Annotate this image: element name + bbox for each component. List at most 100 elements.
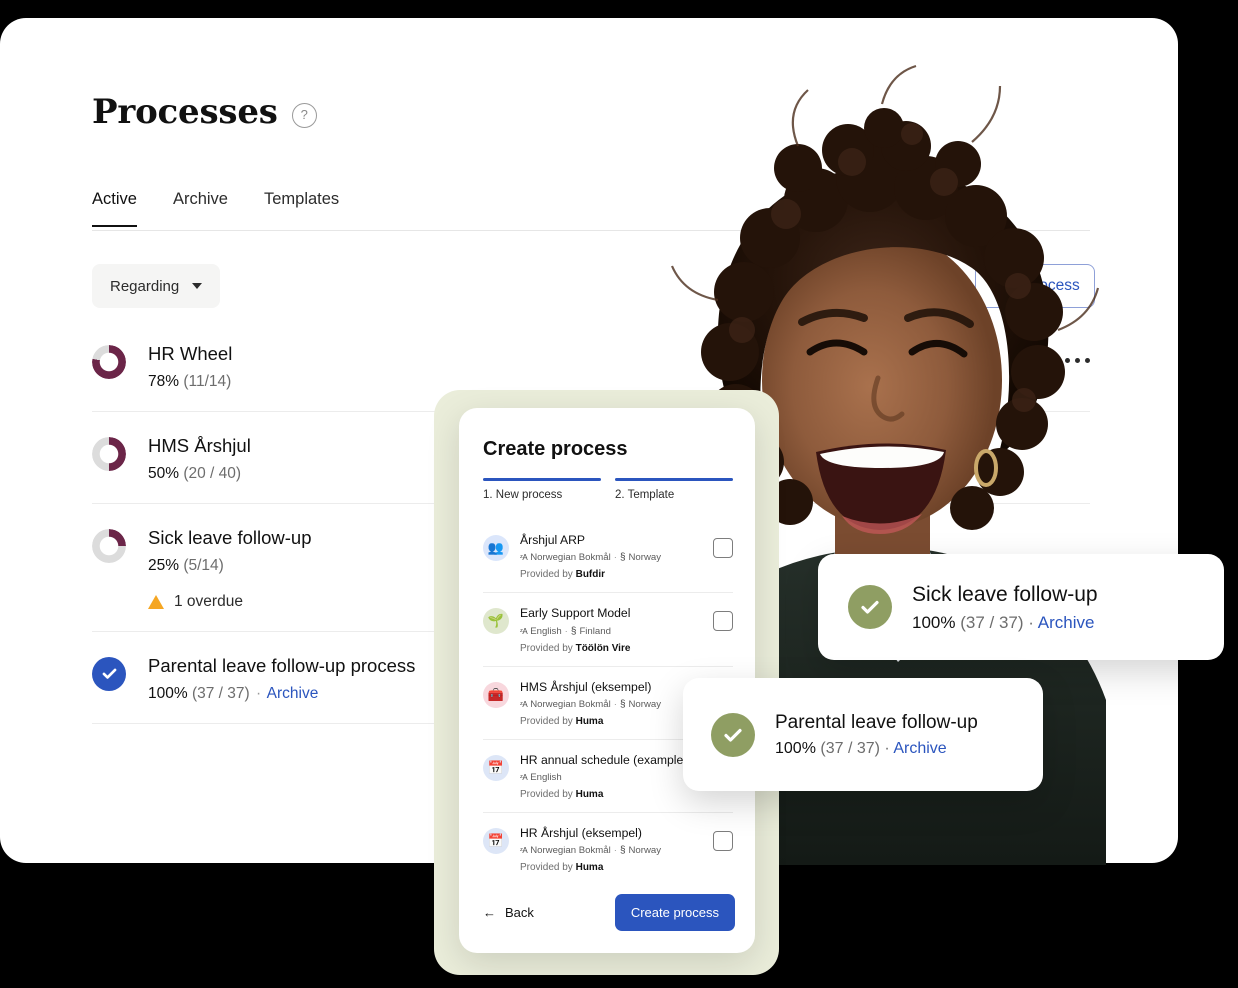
warning-triangle-icon (148, 594, 164, 609)
process-percent: 50% (148, 464, 180, 482)
toast-separator: · (884, 740, 890, 758)
template-row[interactable]: 📅 HR Årshjul (eksempel) ᶻA Norwegian Bokmål… (483, 813, 733, 885)
process-percent: 78% (148, 372, 180, 390)
back-button[interactable]: ← Back (483, 905, 534, 920)
section-icon: § (619, 845, 626, 857)
provided-by-label: Provided by (520, 789, 573, 800)
template-language: Norwegian Bokmål (530, 845, 611, 857)
process-count: (11/14) (183, 372, 232, 390)
section-icon: § (570, 625, 577, 637)
toast-separator: · (1028, 613, 1034, 633)
toast-meta: 100% (37 / 37) · Archive (912, 613, 1098, 633)
question-mark-icon[interactable]: ? (291, 103, 317, 128)
filter-label: Regarding (110, 277, 180, 295)
toast-count: (37 / 37) (960, 613, 1024, 633)
toast-title: Sick leave follow-up (912, 582, 1098, 606)
template-provider: Provided by Töölön Vire (520, 643, 702, 654)
toast-percent: 100% (775, 740, 816, 758)
template-provider: Provided by Huma (520, 716, 702, 727)
template-language: English (530, 625, 562, 637)
template-meta: ᶻA Norwegian Bokmål · § Norway (520, 699, 702, 710)
modal-footer: ← Back Create process (483, 894, 735, 931)
meta-separator: · (564, 625, 568, 637)
tab-bar: Active Archive Templates (92, 190, 339, 227)
toast-archive-link[interactable]: Archive (893, 740, 946, 757)
process-archive-link[interactable]: Archive (267, 685, 319, 702)
provider-name: Huma (575, 862, 604, 874)
arrow-left-icon: ← (483, 905, 496, 920)
language-icon: ᶻA (520, 626, 528, 636)
template-row[interactable]: 🌱 Early Support Model ᶻA English · § Finland Pr… (483, 593, 733, 667)
check-circle-icon (711, 712, 755, 757)
provider-name: Töölön Vire (575, 642, 631, 654)
language-icon: ᶻA (520, 846, 528, 856)
modal-step[interactable]: 2. Template (615, 478, 733, 501)
template-meta: ᶻA Norwegian Bokmål · § Norway (520, 845, 702, 856)
tab-active[interactable]: Active (92, 190, 137, 227)
provided-by-label: Provided by (520, 715, 573, 727)
chevron-down-icon (192, 283, 203, 289)
progress-ring (92, 345, 126, 379)
template-row[interactable]: 👥 Årshjul ARP ᶻA Norwegian Bokmål · § Norway Pr… (483, 520, 733, 594)
provider-name: Huma (575, 789, 604, 800)
template-provider: Provided by Huma (520, 789, 702, 800)
template-country: Norway (628, 845, 662, 857)
toast-title: Parental leave follow-up (775, 711, 978, 733)
tab-templates[interactable]: Templates (264, 190, 339, 227)
provided-by-label: Provided by (520, 862, 573, 874)
more-options-icon[interactable] (1065, 358, 1090, 363)
tab-archive[interactable]: Archive (173, 190, 228, 227)
section-icon: § (619, 552, 626, 564)
toast-archive-link[interactable]: Archive (1038, 613, 1095, 632)
filter-regarding-dropdown[interactable]: Regarding (92, 264, 221, 308)
toast-sick-leave: Sick leave follow-up 100% (37 / 37) · Ar… (818, 554, 1224, 660)
template-name: Årshjul ARP (520, 533, 586, 547)
template-language: Norwegian Bokmål (530, 698, 611, 710)
provider-name: Bufdir (575, 569, 606, 581)
template-country: Norway (628, 552, 662, 564)
check-circle-icon (848, 585, 892, 629)
process-name: HR Wheel (148, 343, 233, 364)
overdue-label: 1 overdue (174, 592, 243, 610)
create-process-button[interactable]: Create process (614, 894, 735, 931)
progress-ring (92, 528, 126, 563)
template-language: English (530, 772, 562, 783)
template-meta: ᶻA English (520, 772, 702, 783)
modal-title: Create process (483, 438, 628, 460)
step-bar (483, 478, 601, 482)
template-name: Early Support Model (520, 606, 631, 621)
calendar-icon: 📅 (483, 828, 509, 854)
step-label: 1. New process (483, 489, 563, 502)
toast-percent: 100% (912, 613, 956, 633)
language-icon: ᶻA (520, 553, 528, 563)
section-icon: § (619, 698, 626, 710)
toast-meta: 100% (37 / 37) · Archive (775, 740, 978, 758)
toolbox-icon: 🧰 (483, 681, 509, 708)
meta-separator: · (613, 698, 617, 710)
modal-step[interactable]: 1. New process (483, 478, 601, 501)
process-count: (20 / 40) (183, 464, 242, 482)
modal-step-indicator: 1. New process 2. Template (483, 478, 733, 501)
page-title: Processes (92, 92, 278, 132)
template-checkbox[interactable] (713, 538, 733, 558)
template-checkbox[interactable] (713, 611, 733, 632)
check-circle-icon (92, 656, 126, 691)
template-meta: ᶻA English · § Finland (520, 626, 702, 637)
template-name: HR Årshjul (eksempel) (520, 826, 642, 840)
provided-by-label: Provided by (520, 642, 573, 654)
tab-divider (92, 230, 1090, 231)
meta-separator: · (256, 684, 262, 702)
process-percent: 25% (148, 556, 180, 574)
template-name: HR annual schedule (example) (520, 752, 688, 767)
new-process-button[interactable]: New process (975, 264, 1095, 308)
template-name: HMS Årshjul (eksempel) (520, 679, 652, 694)
provider-name: Huma (575, 715, 604, 727)
template-checkbox[interactable] (713, 831, 733, 851)
toast-count: (37 / 37) (820, 740, 880, 758)
template-country: Finland (579, 625, 611, 637)
page-header: Processes ? (92, 92, 317, 132)
step-bar (615, 478, 733, 482)
template-provider: Provided by Huma (520, 862, 702, 873)
people-icon: 👥 (483, 535, 509, 561)
step-label: 2. Template (615, 489, 675, 502)
